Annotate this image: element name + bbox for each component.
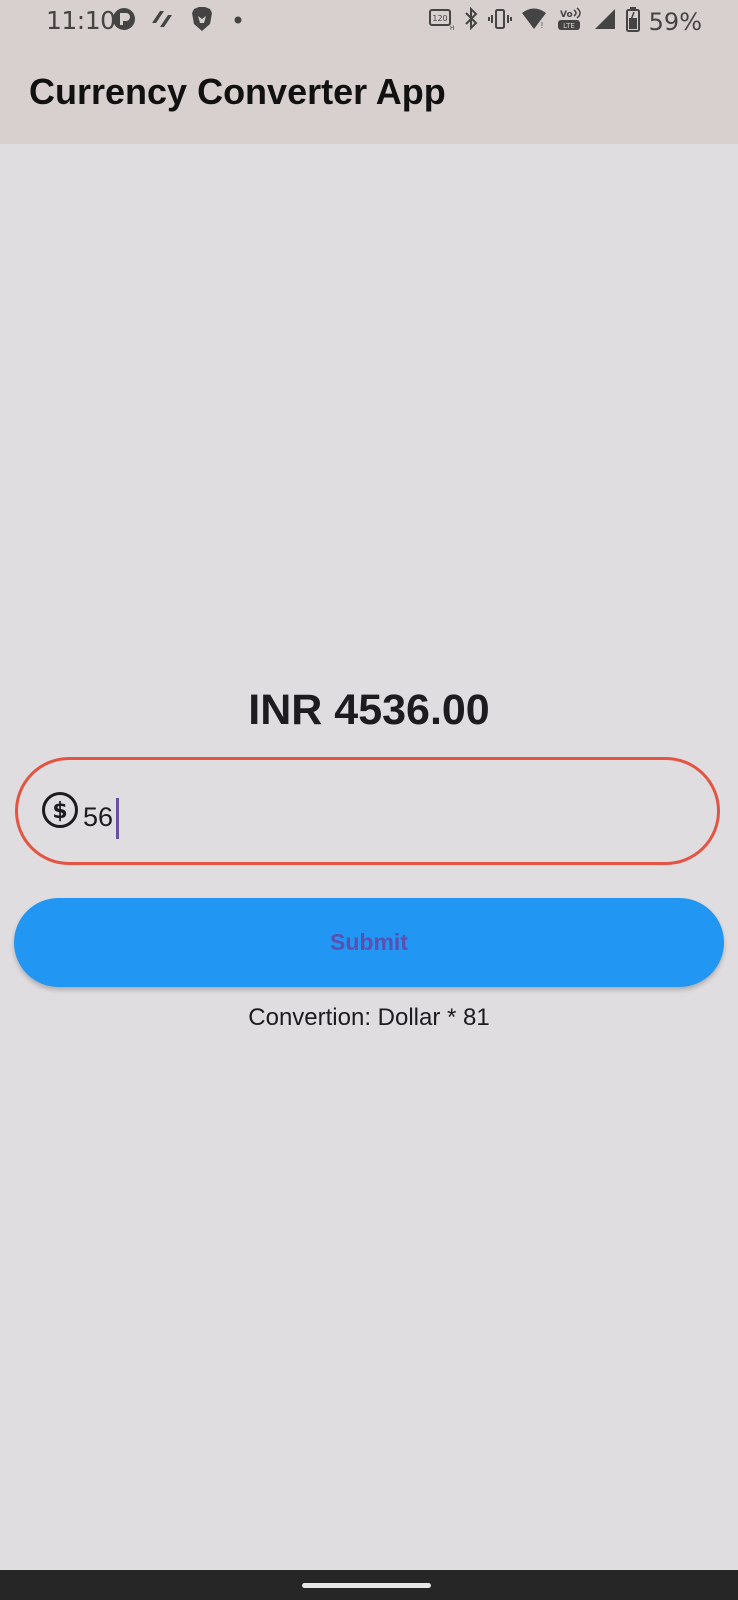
brave-lion-icon [190, 6, 214, 32]
svg-text:!: ! [541, 21, 543, 30]
dollar-amount-input[interactable]: $ 56 [15, 757, 720, 865]
svg-text:120: 120 [432, 14, 447, 23]
navigation-bar [0, 1570, 738, 1600]
battery-icon [625, 6, 640, 37]
status-right-icons: 120Hz ! Vo LTE 59% [428, 6, 702, 37]
dot-icon [228, 7, 248, 31]
status-time: 11:10 [46, 6, 116, 35]
svg-text:Vo: Vo [560, 10, 573, 20]
bluetooth-icon [463, 6, 479, 37]
battery-percentage: 59% [648, 7, 702, 36]
text-cursor [116, 798, 119, 839]
conversion-result: INR 4536.00 [248, 686, 490, 734]
status-bar: 11:10 120Hz ! Vo LTE [0, 0, 738, 40]
svg-text:$: $ [52, 799, 67, 824]
home-indicator[interactable] [302, 1583, 431, 1588]
conversion-rate-note: Convertion: Dollar * 81 [248, 1004, 490, 1031]
app-title: Currency Converter App [29, 71, 446, 112]
app-icon [150, 7, 176, 31]
vibrate-icon [487, 7, 512, 36]
notification-app-icon [112, 7, 136, 31]
svg-text:Hz: Hz [450, 25, 454, 31]
app-bar: Currency Converter App [0, 40, 738, 144]
wifi-icon: ! [521, 7, 547, 36]
status-left-icons [112, 6, 248, 32]
volte-lte-icon: Vo LTE [556, 6, 584, 37]
submit-button[interactable]: Submit [14, 898, 724, 987]
dollar-circle-icon: $ [41, 791, 79, 829]
input-value[interactable]: 56 [83, 802, 113, 833]
signal-icon [593, 7, 617, 36]
refresh-rate-icon: 120Hz [428, 7, 457, 36]
svg-text:LTE: LTE [563, 22, 575, 30]
